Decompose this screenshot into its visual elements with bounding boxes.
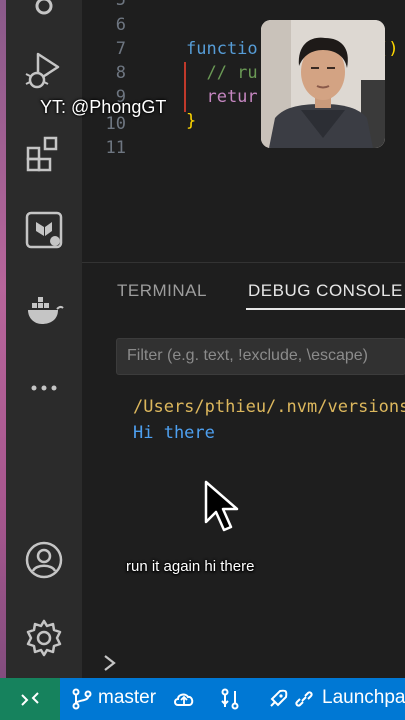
console-output-message: Hi there bbox=[133, 423, 215, 443]
channel-watermark: YT: @PhongGT bbox=[40, 97, 167, 117]
code-line-comment: // ru bbox=[186, 63, 258, 83]
line-number: 6 bbox=[115, 15, 126, 35]
active-tab-indicator bbox=[246, 308, 405, 310]
code-line-return: retur bbox=[186, 87, 258, 107]
git-branch-label[interactable]: master bbox=[98, 687, 156, 709]
more-icon[interactable] bbox=[24, 368, 64, 408]
presenter-image bbox=[261, 20, 385, 148]
remote-icon bbox=[21, 692, 39, 706]
filter-input[interactable]: Filter (e.g. text, !exclude, \escape) bbox=[116, 338, 405, 375]
code-line-closing-brace: } bbox=[186, 111, 197, 131]
line-number: 5 bbox=[115, 0, 126, 10]
bottom-panel: TERMINAL DEBUG CONSOLE Filter (e.g. text… bbox=[82, 262, 405, 678]
cloud-sync-icon[interactable] bbox=[172, 687, 196, 711]
line-number-gutter: 5 6 7 8 9 10 11 bbox=[82, 0, 144, 262]
status-bar: master Launchpad bbox=[0, 678, 405, 720]
terraform-icon[interactable] bbox=[24, 210, 64, 250]
line-number: 7 bbox=[115, 39, 126, 59]
git-compare-icon[interactable] bbox=[218, 687, 242, 711]
tab-debug-console[interactable]: DEBUG CONSOLE bbox=[248, 281, 403, 301]
remote-indicator[interactable] bbox=[0, 678, 60, 720]
console-output-path: /Users/pthieu/.nvm/versions bbox=[133, 397, 405, 417]
webcam-overlay bbox=[261, 20, 385, 148]
source-control-icon[interactable] bbox=[24, 0, 64, 26]
extensions-icon[interactable] bbox=[24, 134, 64, 174]
account-icon[interactable] bbox=[24, 540, 64, 580]
mouse-cursor-icon bbox=[204, 480, 239, 532]
console-prompt-chevron-icon[interactable] bbox=[100, 653, 120, 673]
link-icon bbox=[295, 691, 313, 707]
run-debug-icon[interactable] bbox=[24, 50, 64, 90]
tab-terminal[interactable]: TERMINAL bbox=[117, 281, 207, 301]
line-number: 8 bbox=[115, 63, 126, 83]
launchpad-label[interactable]: Launchpad bbox=[322, 687, 405, 709]
rocket-icon bbox=[270, 689, 288, 707]
subtitle-caption: run it again hi there bbox=[126, 558, 255, 575]
docker-icon[interactable] bbox=[24, 290, 64, 330]
code-line-function: functio bbox=[186, 39, 258, 59]
git-branch-icon bbox=[72, 688, 92, 710]
line-number: 11 bbox=[105, 138, 126, 158]
gear-icon[interactable] bbox=[24, 618, 64, 658]
